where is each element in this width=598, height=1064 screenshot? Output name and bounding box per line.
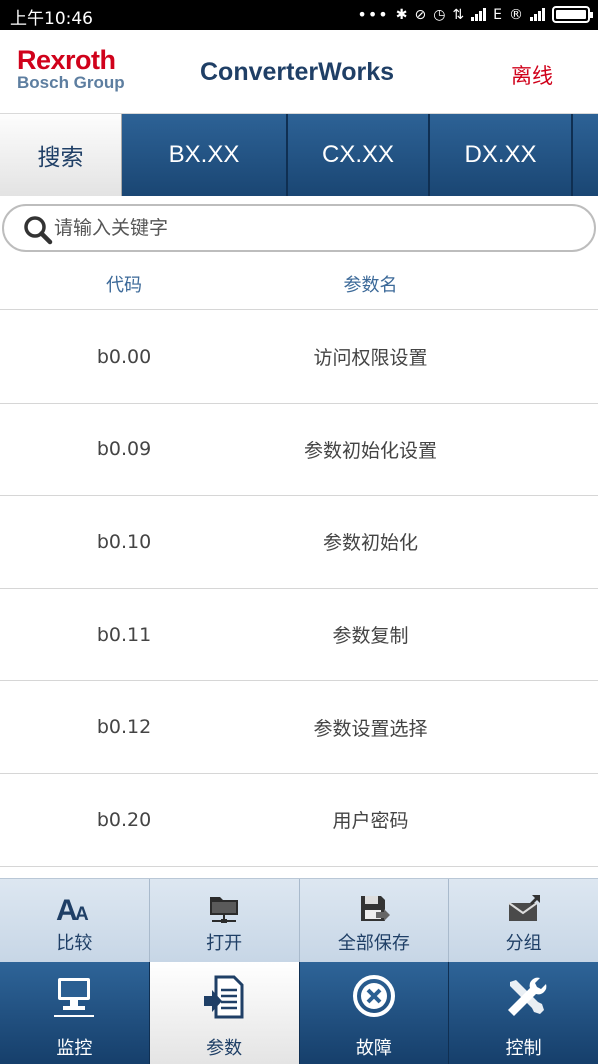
table-row[interactable]: b0.20 用户密码 — [0, 774, 598, 867]
save-all-label: 全部保存 — [337, 933, 410, 954]
group-mail-icon — [508, 895, 540, 921]
nav-monitor-label: 监控 — [56, 1038, 93, 1059]
tab-bx[interactable]: BX.XX — [122, 114, 288, 196]
save-all-icon — [360, 896, 390, 921]
nav-monitor[interactable]: 监控 — [0, 962, 150, 1064]
signal-icon — [471, 8, 487, 21]
compare-font-icon: A A — [56, 894, 89, 925]
category-tabs: 搜索 BX.XX CX.XX DX.XX — [0, 114, 598, 196]
row-name: 参数初始化 — [322, 532, 418, 555]
bottom-navigation: 监控 参数 故障 控制 — [0, 962, 598, 1064]
nav-control[interactable]: 控制 — [449, 962, 598, 1064]
more-notifications-icon: ••• — [357, 5, 389, 24]
folder-network-icon — [210, 897, 239, 923]
row-name: 参数复制 — [332, 625, 409, 648]
row-code: b0.00 — [96, 345, 152, 368]
compare-button[interactable]: A A 比较 — [0, 879, 150, 962]
status-bar: 上午10:46 ••• ✱ ⊘ ◷ ⇅ E ® — [0, 0, 598, 30]
row-code: b0.12 — [96, 716, 152, 739]
row-code: b0.10 — [96, 530, 152, 553]
compare-label: 比较 — [56, 933, 93, 954]
svg-text:A: A — [75, 904, 89, 925]
registered-icon: ® — [509, 6, 523, 23]
network-type-label: E — [493, 6, 502, 23]
monitor-icon — [54, 978, 95, 1017]
open-label: 打开 — [206, 933, 243, 954]
tab-cx[interactable]: CX.XX — [288, 114, 430, 196]
nav-fault[interactable]: 故障 — [300, 962, 450, 1064]
save-all-button[interactable]: 全部保存 — [300, 879, 450, 962]
app-title: ConverterWorks — [200, 58, 395, 86]
row-name: 参数初始化设置 — [303, 439, 437, 462]
tab-overflow[interactable] — [573, 114, 598, 196]
row-name: 用户密码 — [332, 810, 409, 833]
nav-fault-label: 故障 — [355, 1038, 392, 1059]
column-header-code: 代码 — [106, 274, 142, 296]
row-code: b0.09 — [96, 438, 152, 461]
table-row[interactable]: b0.09 参数初始化设置 — [0, 404, 598, 497]
table-row[interactable]: b0.11 参数复制 — [0, 589, 598, 682]
app-header: Rexroth Bosch Group ConverterWorks 离线 — [0, 30, 598, 114]
table-row[interactable]: b0.10 参数初始化 — [0, 496, 598, 589]
data-transfer-icon: ⇅ — [452, 6, 465, 23]
column-header-name: 参数名 — [343, 274, 398, 296]
row-code: b0.20 — [96, 808, 152, 831]
search-icon — [24, 216, 53, 245]
nav-parameters[interactable]: 参数 — [149, 962, 300, 1064]
status-icons: ••• ✱ ⊘ ◷ ⇅ E ® — [357, 5, 593, 24]
table-row[interactable]: b0.12 参数设置选择 — [0, 681, 598, 774]
group-label: 分组 — [505, 933, 542, 954]
bluetooth-icon: ✱ — [395, 6, 408, 23]
group-button[interactable]: 分组 — [449, 879, 598, 962]
open-button[interactable]: 打开 — [150, 879, 300, 962]
alarm-icon: ◷ — [433, 6, 446, 23]
tab-search[interactable]: 搜索 — [0, 114, 122, 196]
connection-status[interactable]: 离线 — [511, 60, 553, 90]
row-name: 参数设置选择 — [313, 717, 428, 740]
search-input[interactable] — [54, 212, 574, 244]
battery-icon — [552, 6, 593, 23]
table-header: 代码 参数名 — [0, 258, 598, 310]
fault-x-icon — [352, 975, 395, 1017]
action-toolbar: A A 比较 打开 全部保存 分组 — [0, 878, 598, 962]
tab-dx[interactable]: DX.XX — [430, 114, 573, 196]
rexroth-logo: Rexroth Bosch Group — [17, 46, 125, 92]
nav-control-label: 控制 — [505, 1038, 542, 1059]
row-code: b0.11 — [96, 623, 152, 646]
logo-main-text: Rexroth — [17, 45, 116, 75]
tools-icon — [507, 977, 546, 1016]
vibrate-icon: ⊘ — [414, 6, 427, 23]
row-name: 访问权限设置 — [313, 347, 428, 370]
signal-icon-2 — [530, 8, 545, 21]
nav-parameters-label: 参数 — [206, 1038, 243, 1059]
table-row[interactable]: b0.00 访问权限设置 — [0, 311, 598, 404]
logo-sub-text: Bosch Group — [17, 73, 125, 92]
status-time: 上午10:46 — [10, 9, 93, 29]
parameter-list: b0.00 访问权限设置 b0.09 参数初始化设置 b0.10 参数初始化 b… — [0, 311, 598, 867]
parameter-document-icon — [204, 975, 244, 1019]
search-bar — [2, 204, 596, 252]
